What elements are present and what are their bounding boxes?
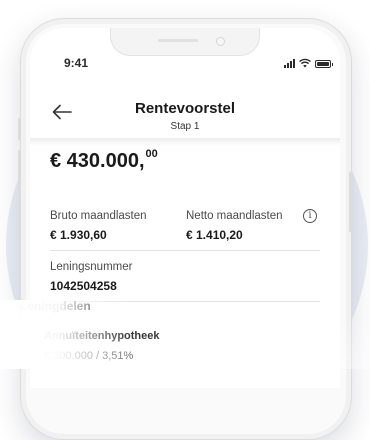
loan-part-name[interactable]: Annuïteitenhypotheek (44, 330, 160, 342)
loan-amount: € 430.000,00 (50, 148, 158, 173)
phone-side-button-middle (18, 150, 21, 190)
loan-amount-cents: 00 (145, 148, 158, 161)
wifi-icon (299, 58, 311, 68)
net-monthly-value: € 1.410,20 (186, 228, 243, 242)
loan-amount-main: € 430.000, (50, 150, 145, 172)
status-icons (284, 58, 333, 68)
phone-side-button-top (18, 118, 21, 140)
cellular-signal-icon (284, 59, 295, 68)
gross-monthly-value: € 1.930,60 (50, 228, 107, 242)
loan-part-detail: € 300.000 / 3,51% (44, 350, 134, 362)
loan-number-value: 1042504258 (50, 279, 117, 293)
speaker-grille (158, 39, 198, 42)
page-title: Rentevoorstel (134, 100, 236, 117)
phone-side-button-bottom (18, 200, 21, 240)
battery-icon (315, 60, 333, 68)
info-icon[interactable]: i (303, 209, 317, 223)
loan-parts-heading: Leningdelen (20, 299, 91, 313)
net-monthly-label: Netto maandlasten (186, 210, 283, 222)
front-camera (216, 37, 225, 46)
phone-power-button (349, 172, 352, 232)
loan-number-label: Leningsnummer (50, 261, 133, 273)
gross-monthly-label: Bruto maandlasten (50, 210, 147, 222)
divider (50, 250, 320, 251)
phone-notch (110, 28, 260, 56)
status-time: 9:41 (64, 56, 89, 70)
header-shadow (30, 138, 340, 146)
page-subtitle: Stap 1 (170, 121, 200, 132)
